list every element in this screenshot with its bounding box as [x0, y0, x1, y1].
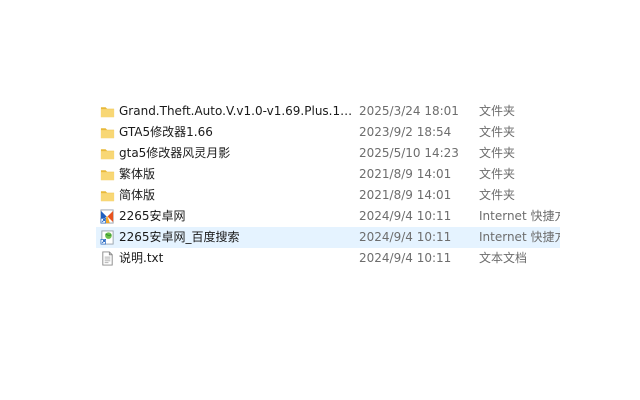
file-name: gta5修改器风灵月影 [119, 146, 231, 160]
file-name: 简体版 [119, 188, 156, 202]
file-name: GTA5修改器1.66 [119, 125, 213, 139]
file-type: 文件夹 [479, 104, 516, 118]
text-document-icon [102, 251, 113, 266]
internet-shortcut-icon [100, 209, 114, 224]
file-row-selected[interactable]: 2265安卓网_百度搜索 2024/9/4 10:11 Internet 快捷方… [96, 227, 560, 248]
file-type: 文件夹 [479, 188, 516, 202]
file-list: Grand.Theft.Auto.V.v1.0-v1.69.Plus.19...… [96, 101, 560, 269]
file-date: 2024/9/4 10:11 [359, 251, 452, 265]
file-name: 说明.txt [119, 251, 164, 265]
file-name: Grand.Theft.Auto.V.v1.0-v1.69.Plus.19...… [119, 104, 359, 118]
file-name: 2265安卓网 [119, 209, 186, 223]
file-date: 2025/3/24 18:01 [359, 104, 459, 118]
file-row[interactable]: 繁体版 2021/8/9 14:01 文件夹 [96, 164, 560, 185]
file-date: 2025/5/10 14:23 [359, 146, 459, 160]
file-date: 2023/9/2 18:54 [359, 125, 452, 139]
file-type: 文件夹 [479, 125, 516, 139]
file-row[interactable]: GTA5修改器1.66 2023/9/2 18:54 文件夹 [96, 122, 560, 143]
file-name: 繁体版 [119, 167, 156, 181]
file-date: 2024/9/4 10:11 [359, 230, 452, 244]
file-type: 文本文档 [479, 251, 528, 265]
folder-icon [100, 107, 115, 118]
file-type: 文件夹 [479, 167, 516, 181]
internet-shortcut-icon [100, 230, 114, 245]
folder-icon [100, 191, 115, 202]
file-type: 文件夹 [479, 146, 516, 160]
file-date: 2024/9/4 10:11 [359, 209, 452, 223]
file-row[interactable]: gta5修改器风灵月影 2025/5/10 14:23 文件夹 [96, 143, 560, 164]
file-name: 2265安卓网_百度搜索 [119, 230, 240, 244]
file-row[interactable]: 说明.txt 2024/9/4 10:11 文本文档 [96, 248, 560, 269]
file-row[interactable]: 2265安卓网 2024/9/4 10:11 Internet 快捷方式 [96, 206, 560, 227]
file-date: 2021/8/9 14:01 [359, 167, 452, 181]
file-type: Internet 快捷方式 [479, 230, 560, 244]
folder-icon [100, 128, 115, 139]
file-date: 2021/8/9 14:01 [359, 188, 452, 202]
file-row[interactable]: Grand.Theft.Auto.V.v1.0-v1.69.Plus.19...… [96, 101, 560, 122]
folder-icon [100, 149, 115, 160]
file-row[interactable]: 简体版 2021/8/9 14:01 文件夹 [96, 185, 560, 206]
folder-icon [100, 170, 115, 181]
file-type: Internet 快捷方式 [479, 209, 560, 223]
